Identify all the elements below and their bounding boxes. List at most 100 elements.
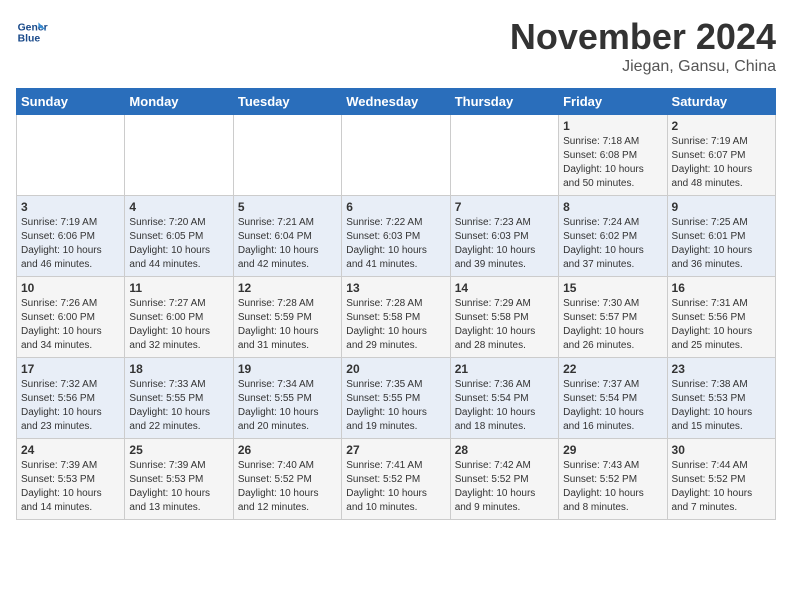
weekday-header: Saturday: [667, 89, 775, 115]
day-number: 30: [672, 443, 771, 457]
calendar-cell: 26 Sunrise: 7:40 AM Sunset: 5:52 PM Dayli…: [233, 439, 341, 520]
day-info: Sunrise: 7:40 AM Sunset: 5:52 PM Dayligh…: [238, 459, 337, 515]
day-number: 3: [21, 200, 120, 214]
day-number: 5: [238, 200, 337, 214]
day-info: Sunrise: 7:35 AM Sunset: 5:55 PM Dayligh…: [346, 378, 445, 434]
day-number: 8: [563, 200, 662, 214]
page-header: General Blue November 2024 Jiegan, Gansu…: [16, 16, 776, 76]
day-info: Sunrise: 7:26 AM Sunset: 6:00 PM Dayligh…: [21, 297, 120, 353]
calendar-cell: 19 Sunrise: 7:34 AM Sunset: 5:55 PM Dayli…: [233, 358, 341, 439]
calendar-cell: 16Sunrise: 7:31 AM Sunset: 5:56 PM Dayli…: [667, 277, 775, 358]
calendar-cell: 6 Sunrise: 7:22 AM Sunset: 6:03 PM Daylig…: [342, 196, 450, 277]
day-info: Sunrise: 7:30 AM Sunset: 5:57 PM Dayligh…: [563, 297, 662, 353]
calendar-cell: 20 Sunrise: 7:35 AM Sunset: 5:55 PM Dayli…: [342, 358, 450, 439]
calendar-cell: 25 Sunrise: 7:39 AM Sunset: 5:53 PM Dayli…: [125, 439, 233, 520]
calendar-cell: 29 Sunrise: 7:43 AM Sunset: 5:52 PM Dayli…: [559, 439, 667, 520]
logo-icon: General Blue: [16, 16, 48, 48]
day-info: Sunrise: 7:20 AM Sunset: 6:05 PM Dayligh…: [129, 216, 228, 272]
calendar-cell: 3 Sunrise: 7:19 AM Sunset: 6:06 PM Daylig…: [17, 196, 125, 277]
day-number: 26: [238, 443, 337, 457]
day-number: 27: [346, 443, 445, 457]
calendar-cell: [17, 115, 125, 196]
calendar-header: SundayMondayTuesdayWednesdayThursdayFrid…: [17, 89, 776, 115]
calendar-table: SundayMondayTuesdayWednesdayThursdayFrid…: [16, 88, 776, 520]
day-info: Sunrise: 7:24 AM Sunset: 6:02 PM Dayligh…: [563, 216, 662, 272]
calendar-cell: 22 Sunrise: 7:37 AM Sunset: 5:54 PM Dayli…: [559, 358, 667, 439]
calendar-cell: 23 Sunrise: 7:38 AM Sunset: 5:53 PM Dayli…: [667, 358, 775, 439]
weekday-header: Sunday: [17, 89, 125, 115]
day-info: Sunrise: 7:37 AM Sunset: 5:54 PM Dayligh…: [563, 378, 662, 434]
day-info: Sunrise: 7:18 AM Sunset: 6:08 PM Dayligh…: [563, 135, 662, 191]
day-number: 6: [346, 200, 445, 214]
calendar-cell: 17 Sunrise: 7:32 AM Sunset: 5:56 PM Dayli…: [17, 358, 125, 439]
day-number: 15: [563, 281, 662, 295]
day-info: Sunrise: 7:23 AM Sunset: 6:03 PM Dayligh…: [455, 216, 554, 272]
day-info: Sunrise: 7:41 AM Sunset: 5:52 PM Dayligh…: [346, 459, 445, 515]
calendar-cell: 9Sunrise: 7:25 AM Sunset: 6:01 PM Daylig…: [667, 196, 775, 277]
day-number: 4: [129, 200, 228, 214]
logo: General Blue: [16, 16, 48, 48]
calendar-cell: 12 Sunrise: 7:28 AM Sunset: 5:59 PM Dayli…: [233, 277, 341, 358]
svg-text:Blue: Blue: [18, 34, 41, 45]
day-number: 7: [455, 200, 554, 214]
weekday-header: Tuesday: [233, 89, 341, 115]
day-number: 21: [455, 362, 554, 376]
weekday-header: Wednesday: [342, 89, 450, 115]
month-title: November 2024: [510, 16, 776, 58]
calendar-cell: 30 Sunrise: 7:44 AM Sunset: 5:52 PM Dayli…: [667, 439, 775, 520]
calendar-cell: 28 Sunrise: 7:42 AM Sunset: 5:52 PM Dayli…: [450, 439, 558, 520]
weekday-header: Friday: [559, 89, 667, 115]
day-info: Sunrise: 7:25 AM Sunset: 6:01 PM Dayligh…: [672, 216, 771, 272]
day-info: Sunrise: 7:42 AM Sunset: 5:52 PM Dayligh…: [455, 459, 554, 515]
calendar-cell: 14Sunrise: 7:29 AM Sunset: 5:58 PM Dayli…: [450, 277, 558, 358]
calendar-cell: 27 Sunrise: 7:41 AM Sunset: 5:52 PM Dayli…: [342, 439, 450, 520]
calendar-cell: 4 Sunrise: 7:20 AM Sunset: 6:05 PM Daylig…: [125, 196, 233, 277]
day-number: 20: [346, 362, 445, 376]
day-info: Sunrise: 7:33 AM Sunset: 5:55 PM Dayligh…: [129, 378, 228, 434]
day-number: 10: [21, 281, 120, 295]
calendar-cell: 10 Sunrise: 7:26 AM Sunset: 6:00 PM Dayli…: [17, 277, 125, 358]
calendar-cell: 18 Sunrise: 7:33 AM Sunset: 5:55 PM Dayli…: [125, 358, 233, 439]
day-info: Sunrise: 7:38 AM Sunset: 5:53 PM Dayligh…: [672, 378, 771, 434]
day-info: Sunrise: 7:34 AM Sunset: 5:55 PM Dayligh…: [238, 378, 337, 434]
day-number: 23: [672, 362, 771, 376]
day-info: Sunrise: 7:27 AM Sunset: 6:00 PM Dayligh…: [129, 297, 228, 353]
day-info: Sunrise: 7:19 AM Sunset: 6:06 PM Dayligh…: [21, 216, 120, 272]
day-info: Sunrise: 7:32 AM Sunset: 5:56 PM Dayligh…: [21, 378, 120, 434]
title-block: November 2024 Jiegan, Gansu, China: [510, 16, 776, 76]
day-number: 24: [21, 443, 120, 457]
day-info: Sunrise: 7:39 AM Sunset: 5:53 PM Dayligh…: [21, 459, 120, 515]
calendar-cell: [125, 115, 233, 196]
day-number: 25: [129, 443, 228, 457]
day-number: 28: [455, 443, 554, 457]
day-number: 18: [129, 362, 228, 376]
calendar-cell: 1 Sunrise: 7:18 AM Sunset: 6:08 PM Daylig…: [559, 115, 667, 196]
day-info: Sunrise: 7:21 AM Sunset: 6:04 PM Dayligh…: [238, 216, 337, 272]
day-number: 12: [238, 281, 337, 295]
day-info: Sunrise: 7:31 AM Sunset: 5:56 PM Dayligh…: [672, 297, 771, 353]
location: Jiegan, Gansu, China: [510, 58, 776, 76]
calendar-cell: 15 Sunrise: 7:30 AM Sunset: 5:57 PM Dayli…: [559, 277, 667, 358]
day-number: 29: [563, 443, 662, 457]
day-number: 1: [563, 119, 662, 133]
day-number: 11: [129, 281, 228, 295]
day-info: Sunrise: 7:44 AM Sunset: 5:52 PM Dayligh…: [672, 459, 771, 515]
day-info: Sunrise: 7:29 AM Sunset: 5:58 PM Dayligh…: [455, 297, 554, 353]
calendar-cell: 24 Sunrise: 7:39 AM Sunset: 5:53 PM Dayli…: [17, 439, 125, 520]
day-info: Sunrise: 7:39 AM Sunset: 5:53 PM Dayligh…: [129, 459, 228, 515]
calendar-cell: 21 Sunrise: 7:36 AM Sunset: 5:54 PM Dayli…: [450, 358, 558, 439]
calendar-cell: [342, 115, 450, 196]
day-number: 17: [21, 362, 120, 376]
weekday-header: Monday: [125, 89, 233, 115]
day-number: 13: [346, 281, 445, 295]
day-info: Sunrise: 7:28 AM Sunset: 5:59 PM Dayligh…: [238, 297, 337, 353]
day-number: 22: [563, 362, 662, 376]
calendar-cell: 2 Sunrise: 7:19 AM Sunset: 6:07 PM Daylig…: [667, 115, 775, 196]
day-info: Sunrise: 7:43 AM Sunset: 5:52 PM Dayligh…: [563, 459, 662, 515]
day-info: Sunrise: 7:22 AM Sunset: 6:03 PM Dayligh…: [346, 216, 445, 272]
day-info: Sunrise: 7:36 AM Sunset: 5:54 PM Dayligh…: [455, 378, 554, 434]
day-number: 2: [672, 119, 771, 133]
day-number: 19: [238, 362, 337, 376]
calendar-cell: 13Sunrise: 7:28 AM Sunset: 5:58 PM Dayli…: [342, 277, 450, 358]
day-info: Sunrise: 7:19 AM Sunset: 6:07 PM Dayligh…: [672, 135, 771, 191]
